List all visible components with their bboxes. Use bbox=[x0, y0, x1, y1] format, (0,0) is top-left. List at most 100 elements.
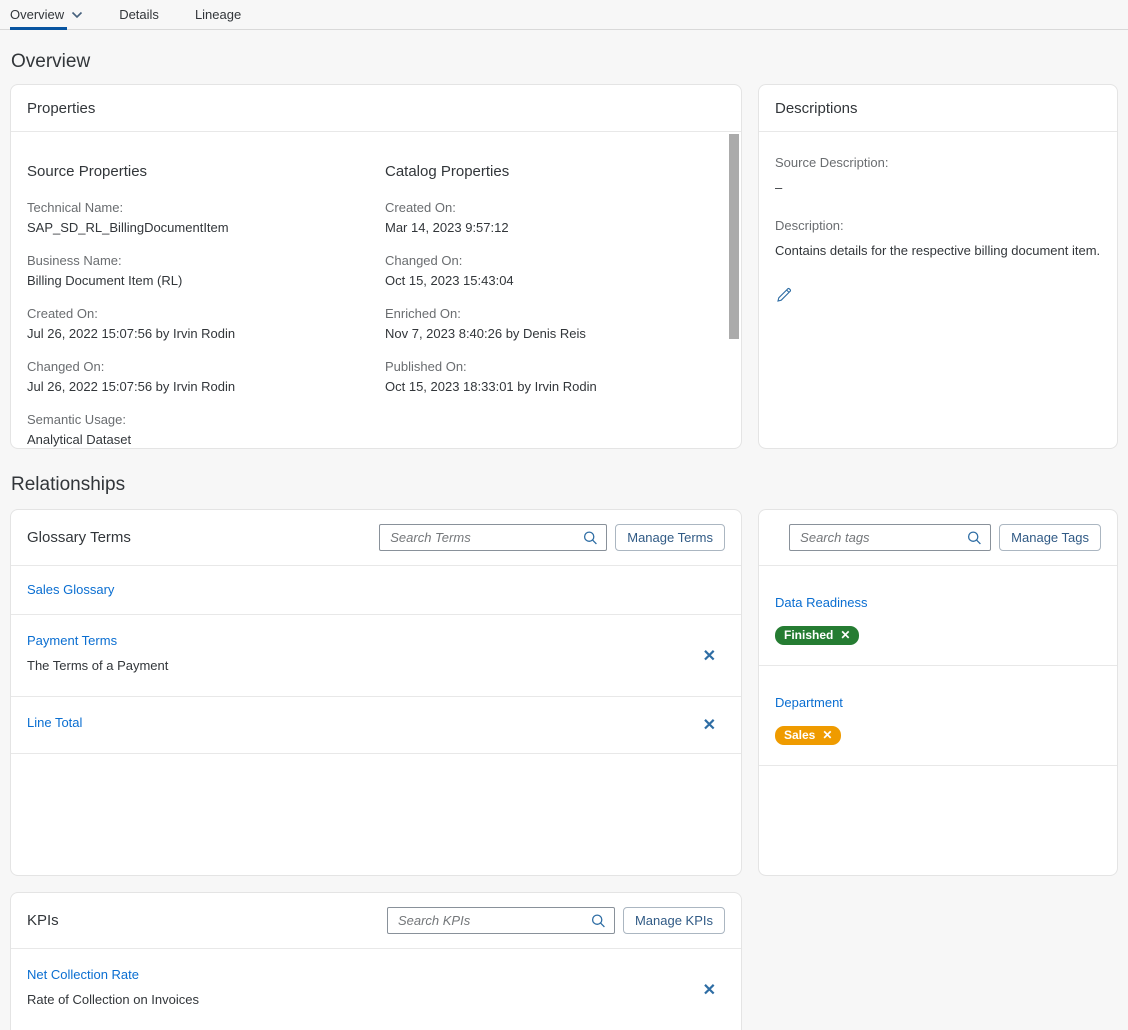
relationships-title: Relationships bbox=[11, 474, 1118, 496]
source-description-field: Source Description: – bbox=[775, 155, 1101, 199]
catalog-properties-title: Catalog Properties bbox=[385, 163, 725, 180]
field-value: Nov 7, 2023 8:40:26 by Denis Reis bbox=[385, 324, 725, 344]
properties-scrollbar-thumb[interactable] bbox=[729, 134, 739, 339]
field-value: SAP_SD_RL_BillingDocumentItem bbox=[27, 218, 385, 238]
page-title: Overview bbox=[11, 51, 1118, 73]
kpi-link[interactable]: Net Collection Rate bbox=[27, 965, 139, 985]
field-label: Created On: bbox=[27, 304, 385, 324]
field-published-on: Published On: Oct 15, 2023 18:33:01 by I… bbox=[385, 357, 725, 397]
glossary-term-link[interactable]: Line Total bbox=[27, 713, 82, 733]
glossary-term-link[interactable]: Payment Terms bbox=[27, 631, 117, 651]
field-enriched-on: Enriched On: Nov 7, 2023 8:40:26 by Deni… bbox=[385, 304, 725, 344]
glossary-term-description: The Terms of a Payment bbox=[27, 656, 681, 676]
tag-badge-finished: Finished ✕ bbox=[775, 626, 859, 645]
field-value: Jul 26, 2022 15:07:56 by Irvin Rodin bbox=[27, 324, 385, 344]
catalog-properties-column: Catalog Properties Created On: Mar 14, 2… bbox=[385, 136, 725, 449]
field-business-name: Business Name: Billing Document Item (RL… bbox=[27, 251, 385, 291]
tag-badge-label: Sales bbox=[784, 728, 815, 742]
tags-search-box bbox=[789, 524, 991, 551]
glossary-header: Glossary Terms Manage Terms bbox=[11, 510, 741, 566]
manage-kpis-button[interactable]: Manage KPIs bbox=[623, 907, 725, 934]
kpi-item-net-collection-rate: Net Collection Rate Rate of Collection o… bbox=[11, 949, 741, 1030]
tags-header: Manage Tags bbox=[759, 510, 1117, 566]
remove-kpi-icon[interactable]: ✕ bbox=[703, 980, 716, 1000]
descriptions-card-title: Descriptions bbox=[759, 85, 1117, 132]
field-label: Changed On: bbox=[385, 251, 725, 271]
properties-card-title: Properties bbox=[11, 85, 741, 132]
field-value: Oct 15, 2023 15:43:04 bbox=[385, 271, 725, 291]
search-icon[interactable] bbox=[591, 913, 606, 928]
tab-bar: Overview Details Lineage bbox=[0, 0, 1128, 30]
search-icon[interactable] bbox=[967, 530, 982, 545]
field-value: Billing Document Item (RL) bbox=[27, 271, 385, 291]
remove-tag-icon[interactable]: ✕ bbox=[822, 728, 832, 742]
manage-tags-button[interactable]: Manage Tags bbox=[999, 524, 1101, 551]
kpi-search-box bbox=[387, 907, 615, 934]
field-catalog-created-on: Created On: Mar 14, 2023 9:57:12 bbox=[385, 198, 725, 238]
remove-term-icon[interactable]: ✕ bbox=[703, 646, 716, 666]
field-label: Created On: bbox=[385, 198, 725, 218]
descriptions-body: Source Description: – Description: Conta… bbox=[759, 132, 1117, 307]
glossary-term-link[interactable]: Sales Glossary bbox=[27, 580, 114, 600]
overview-row: Properties Source Properties Technical N… bbox=[10, 84, 1118, 449]
glossary-search-input[interactable] bbox=[379, 524, 607, 551]
remove-term-icon[interactable]: ✕ bbox=[703, 715, 716, 735]
kpi-header: KPIs Manage KPIs bbox=[11, 893, 741, 949]
kpi-controls: Manage KPIs bbox=[387, 907, 725, 934]
tag-group-data-readiness: Data Readiness Finished ✕ bbox=[759, 566, 1117, 666]
tag-hierarchy-link[interactable]: Department bbox=[775, 693, 843, 713]
tags-controls: Manage Tags bbox=[789, 524, 1101, 551]
field-source-changed-on: Changed On: Jul 26, 2022 15:07:56 by Irv… bbox=[27, 357, 385, 397]
field-label: Enriched On: bbox=[385, 304, 725, 324]
kpi-search-input[interactable] bbox=[387, 907, 615, 934]
properties-body: Source Properties Technical Name: SAP_SD… bbox=[11, 132, 741, 449]
tag-badge-sales: Sales ✕ bbox=[775, 726, 841, 745]
relationships-row: Glossary Terms Manage Terms Sales Glossa… bbox=[10, 509, 1118, 876]
descriptions-card: Descriptions Source Description: – Descr… bbox=[758, 84, 1118, 449]
remove-tag-icon[interactable]: ✕ bbox=[840, 628, 850, 642]
kpi-row: KPIs Manage KPIs Net Collection Rate Rat… bbox=[10, 892, 1118, 1030]
field-label: Semantic Usage: bbox=[27, 410, 385, 430]
source-properties-title: Source Properties bbox=[27, 163, 385, 180]
source-description-value: – bbox=[775, 177, 1101, 199]
tab-details[interactable]: Details bbox=[119, 0, 159, 29]
field-source-created-on: Created On: Jul 26, 2022 15:07:56 by Irv… bbox=[27, 304, 385, 344]
glossary-card-title: Glossary Terms bbox=[27, 529, 131, 546]
field-value: Mar 14, 2023 9:57:12 bbox=[385, 218, 725, 238]
search-icon[interactable] bbox=[583, 530, 598, 545]
field-catalog-changed-on: Changed On: Oct 15, 2023 15:43:04 bbox=[385, 251, 725, 291]
description-value: Contains details for the respective bill… bbox=[775, 240, 1101, 262]
source-properties-column: Source Properties Technical Name: SAP_SD… bbox=[27, 136, 385, 449]
field-label: Business Name: bbox=[27, 251, 385, 271]
description-field: Description: Contains details for the re… bbox=[775, 218, 1101, 262]
field-technical-name: Technical Name: SAP_SD_RL_BillingDocumen… bbox=[27, 198, 385, 238]
kpi-card: KPIs Manage KPIs Net Collection Rate Rat… bbox=[10, 892, 742, 1030]
edit-description-icon[interactable] bbox=[775, 287, 792, 307]
glossary-terms-card: Glossary Terms Manage Terms Sales Glossa… bbox=[10, 509, 742, 876]
field-value: Oct 15, 2023 18:33:01 by Irvin Rodin bbox=[385, 377, 725, 397]
page-content: Overview Properties Source Properties Te… bbox=[0, 51, 1128, 1030]
description-label: Description: bbox=[775, 218, 1101, 233]
field-label: Published On: bbox=[385, 357, 725, 377]
tag-badge-label: Finished bbox=[784, 628, 833, 642]
glossary-item-sales-glossary: Sales Glossary bbox=[11, 566, 741, 615]
tab-details-label: Details bbox=[119, 7, 159, 22]
tag-group-department: Department Sales ✕ bbox=[759, 666, 1117, 766]
tags-search-input[interactable] bbox=[789, 524, 991, 551]
field-semantic-usage: Semantic Usage: Analytical Dataset bbox=[27, 410, 385, 449]
field-label: Changed On: bbox=[27, 357, 385, 377]
field-value: Jul 26, 2022 15:07:56 by Irvin Rodin bbox=[27, 377, 385, 397]
chevron-down-icon[interactable] bbox=[71, 7, 83, 22]
glossary-search-box bbox=[379, 524, 607, 551]
glossary-controls: Manage Terms bbox=[379, 524, 725, 551]
tab-overview[interactable]: Overview bbox=[10, 0, 83, 29]
kpi-card-title: KPIs bbox=[27, 912, 59, 929]
tag-hierarchy-link[interactable]: Data Readiness bbox=[775, 593, 868, 613]
tab-overview-label: Overview bbox=[10, 7, 64, 22]
tab-lineage[interactable]: Lineage bbox=[195, 0, 241, 29]
tags-card: Manage Tags Data Readiness Finished ✕ De… bbox=[758, 509, 1118, 876]
tab-lineage-label: Lineage bbox=[195, 7, 241, 22]
manage-terms-button[interactable]: Manage Terms bbox=[615, 524, 725, 551]
properties-card: Properties Source Properties Technical N… bbox=[10, 84, 742, 449]
field-label: Technical Name: bbox=[27, 198, 385, 218]
